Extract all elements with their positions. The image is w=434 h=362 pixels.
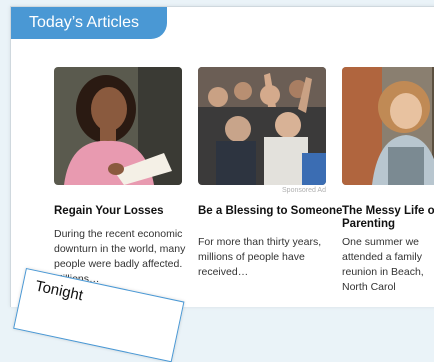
article-title[interactable]: Be a Blessing to Someone xyxy=(198,205,348,218)
article-title[interactable]: The Messy Life of Parenting xyxy=(342,205,434,231)
article-thumbnail[interactable] xyxy=(54,67,182,185)
section-title: Today’s Articles xyxy=(29,14,139,31)
article-thumbnail[interactable] xyxy=(198,67,326,185)
articles-panel: Today’s Articles Regain Your Losses Duri… xyxy=(10,6,434,307)
tonight-label: Tonight xyxy=(33,277,85,305)
article-card[interactable]: Sponsored Ad Be a Blessing to Someone Fo… xyxy=(198,67,342,278)
article-thumbnail[interactable] xyxy=(342,67,434,185)
article-title[interactable]: Regain Your Losses xyxy=(54,205,204,218)
article-excerpt: One summer we attended a family reunion … xyxy=(342,236,424,293)
article-card[interactable]: The Messy Life of Parenting One summer w… xyxy=(342,67,434,293)
article-excerpt: For more than thirty years, millions of … xyxy=(198,236,322,278)
section-header: Today’s Articles xyxy=(11,7,167,39)
article-card[interactable]: Regain Your Losses During the recent eco… xyxy=(54,67,185,285)
sponsored-label: Sponsored Ad xyxy=(282,187,326,194)
